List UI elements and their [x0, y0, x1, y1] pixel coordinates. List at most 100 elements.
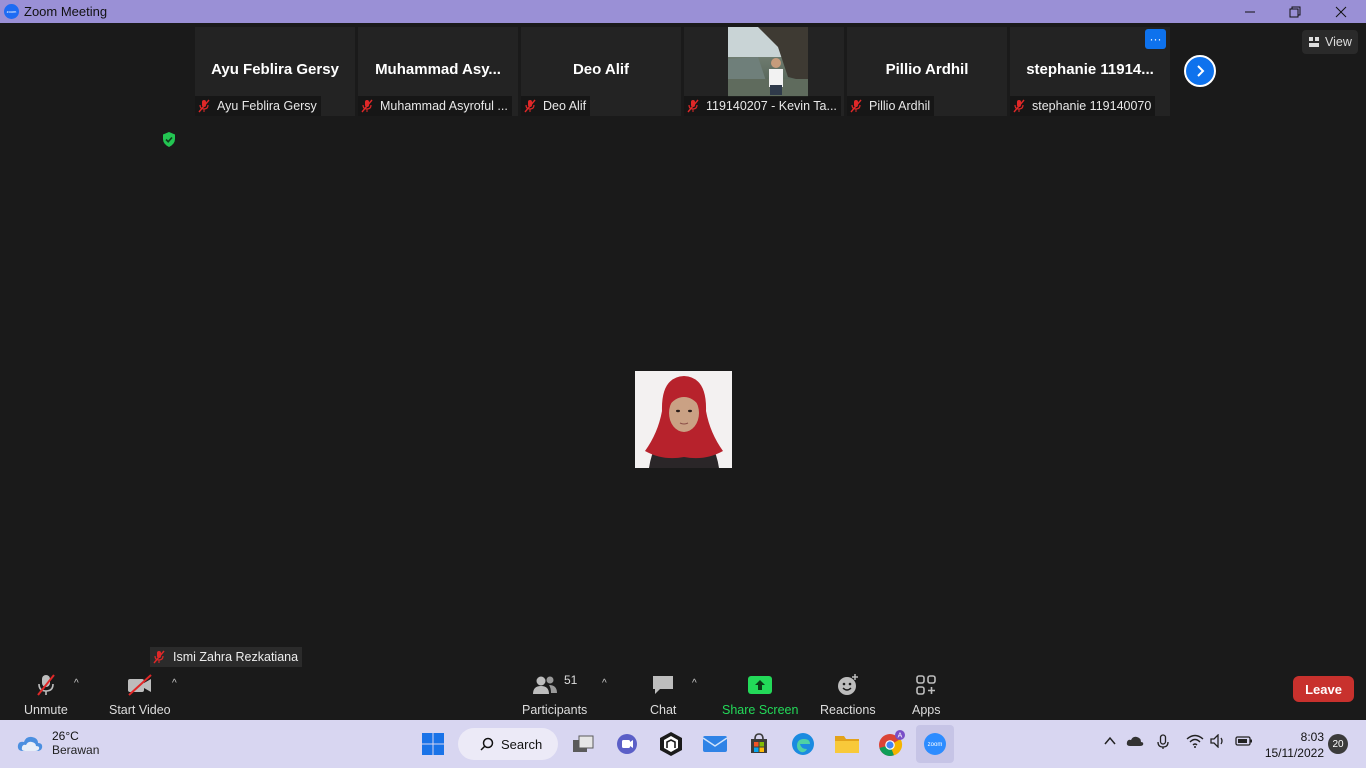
microphone-icon — [1157, 734, 1169, 749]
participant-tile[interactable]: Deo Alif Deo Alif — [521, 27, 681, 116]
unmute-button[interactable]: Unmute — [24, 673, 68, 717]
muted-mic-icon — [687, 99, 699, 113]
participant-display-name: stephanie 11914... — [1026, 61, 1154, 78]
minimize-button[interactable] — [1227, 0, 1273, 23]
weather-description: Berawan — [52, 743, 100, 757]
notification-badge[interactable]: 20 — [1328, 734, 1348, 754]
participants-icon — [532, 676, 557, 694]
gallery-strip: Ayu Feblira Gersy Ayu Feblira Gersy Muha… — [195, 27, 1170, 116]
minimize-icon — [1245, 11, 1255, 12]
zoom-taskbar-button[interactable]: zoom — [916, 725, 954, 763]
folder-icon — [835, 736, 859, 753]
participant-display-name: Ayu Feblira Gersy — [211, 61, 339, 78]
show-hidden-icons-button[interactable] — [1103, 734, 1117, 753]
muted-mic-icon — [37, 674, 55, 696]
microphone-button[interactable] — [1156, 734, 1170, 755]
chat-icon — [653, 676, 674, 694]
windows-start-icon — [422, 733, 444, 755]
more-options-button[interactable]: ··· — [1145, 29, 1166, 49]
active-speaker-avatar — [635, 371, 732, 468]
participant-tile[interactable]: ··· stephanie 11914... stephanie 1191400… — [1010, 27, 1170, 116]
taskbar-search[interactable]: Search — [458, 728, 558, 760]
reactions-icon — [837, 674, 858, 695]
mail-button[interactable] — [700, 729, 730, 759]
participant-label: stephanie 119140070 — [1010, 96, 1156, 116]
leave-button[interactable]: Leave — [1293, 676, 1354, 702]
chevron-up-icon — [1104, 736, 1116, 745]
store-button[interactable] — [744, 729, 774, 759]
chevron-right-icon — [1197, 65, 1205, 77]
active-speaker-label: Ismi Zahra Rezkatiana — [150, 647, 303, 667]
muted-mic-icon — [361, 99, 373, 113]
taskbar-clock[interactable]: 8:03 15/11/2022 — [1262, 729, 1324, 761]
window-title: Zoom Meeting — [24, 4, 108, 19]
volume-button[interactable] — [1210, 733, 1226, 753]
weather-temperature: 26°C — [52, 729, 79, 743]
participants-button[interactable]: 51 Participants — [522, 673, 587, 717]
app-button[interactable] — [656, 729, 686, 759]
participant-label: Pillio Ardhil — [847, 96, 935, 116]
meeting-stage: Ayu Feblira Gersy Ayu Feblira Gersy Muha… — [0, 23, 1366, 720]
participants-options-caret[interactable]: ^ — [602, 678, 607, 689]
teams-chat-icon — [617, 734, 637, 754]
battery-button[interactable] — [1235, 734, 1253, 752]
participant-display-name: Deo Alif — [572, 61, 630, 78]
clock-time: 8:03 — [1300, 730, 1324, 744]
store-icon — [751, 733, 767, 753]
task-view-button[interactable] — [568, 729, 598, 759]
participant-tile[interactable]: Pillio Ardhil Pillio Ardhil — [847, 27, 1007, 116]
participant-tile[interactable]: Muhammad Asy... Muhammad Asyroful ... — [358, 27, 518, 116]
share-screen-button[interactable]: Share Screen — [722, 673, 798, 717]
wifi-icon — [1186, 734, 1204, 748]
muted-mic-icon — [153, 650, 165, 664]
search-icon — [480, 737, 494, 751]
wifi-button[interactable] — [1186, 734, 1204, 753]
participant-tile-video[interactable]: 119140207 - Kevin Ta... — [684, 27, 844, 116]
zoom-app-icon: zoom — [924, 733, 946, 755]
next-page-button[interactable] — [1184, 55, 1216, 87]
chat-button[interactable]: Chat — [650, 673, 676, 717]
participant-label: Muhammad Asyroful ... — [358, 96, 512, 116]
apps-button[interactable]: Apps — [912, 673, 941, 717]
muted-mic-icon — [850, 99, 862, 113]
chat-options-caret[interactable]: ^ — [692, 678, 697, 689]
participant-label: Ayu Feblira Gersy — [195, 96, 321, 116]
participant-label: 119140207 - Kevin Ta... — [684, 96, 841, 116]
participant-display-name: Muhammad Asy... — [375, 61, 501, 78]
start-button[interactable] — [418, 729, 448, 759]
encryption-shield-icon[interactable] — [162, 132, 176, 147]
svg-text:A: A — [898, 733, 903, 740]
close-button[interactable] — [1318, 0, 1364, 23]
video-off-icon — [127, 674, 152, 696]
video-options-caret[interactable]: ^ — [172, 678, 177, 689]
close-icon — [1335, 6, 1347, 17]
start-video-button[interactable]: Start Video — [109, 673, 171, 717]
meeting-toolbar: Unmute ^ Start Video ^ 51 Participants ^… — [0, 668, 1366, 720]
view-button[interactable]: View — [1302, 30, 1358, 54]
weather-widget[interactable]: 26°C Berawan — [16, 729, 99, 757]
teams-chat-button[interactable] — [612, 729, 642, 759]
speaker-icon — [1210, 733, 1223, 749]
edge-button[interactable] — [788, 729, 818, 759]
file-explorer-button[interactable] — [832, 729, 862, 759]
apps-icon — [916, 675, 937, 695]
chrome-button[interactable]: A — [876, 729, 906, 759]
reactions-button[interactable]: Reactions — [820, 673, 876, 717]
restore-icon — [1289, 6, 1301, 17]
muted-mic-icon — [1013, 99, 1025, 113]
restore-button[interactable] — [1272, 0, 1318, 23]
muted-mic-icon — [198, 99, 210, 113]
participant-display-name: Pillio Ardhil — [885, 61, 969, 78]
share-screen-icon — [748, 676, 773, 694]
onedrive-button[interactable] — [1126, 734, 1144, 753]
title-bar: zoom Zoom Meeting — [0, 0, 1366, 23]
audio-options-caret[interactable]: ^ — [74, 678, 79, 689]
mail-icon — [702, 736, 728, 752]
participant-video-thumbnail — [728, 27, 808, 97]
cloud-icon — [17, 736, 43, 751]
participant-tile[interactable]: Ayu Feblira Gersy Ayu Feblira Gersy — [195, 27, 355, 116]
hexagon-app-icon — [660, 732, 682, 756]
taskbar: 26°C Berawan Search A zoom 8:03 15/11/20… — [0, 720, 1366, 768]
participant-label: Deo Alif — [521, 96, 591, 116]
participant-count: 51 — [563, 673, 578, 687]
